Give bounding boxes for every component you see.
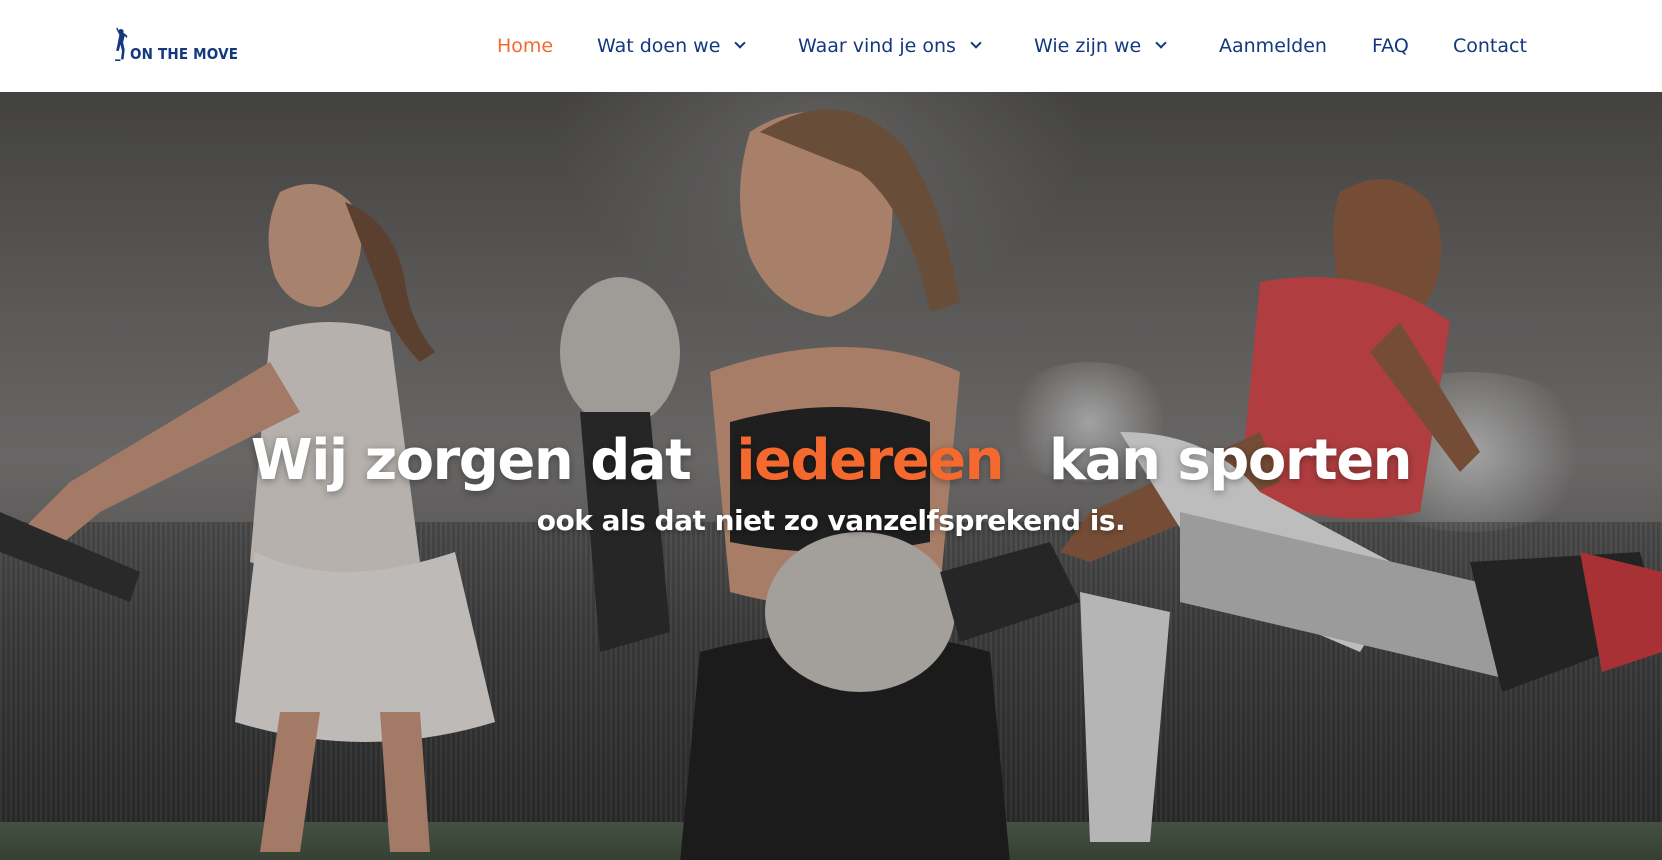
hero-title-start: Wij zorgen dat [250,428,692,493]
nav-label: FAQ [1372,35,1409,57]
nav-waar-vind-je-ons[interactable]: Waar vind je ons [798,33,982,59]
nav-faq[interactable]: FAQ [1372,33,1409,59]
nav-aanmelden[interactable]: Aanmelden [1219,33,1327,59]
site-header: ON THE MOVE Home Wat doen we Waar vind j… [0,0,1662,92]
chevron-down-icon [734,37,747,49]
nav-label: Wat doen we [597,35,721,57]
hero-title-end: kan sporten [1049,428,1413,493]
nav-label: Aanmelden [1219,35,1327,57]
nav-label: Home [497,35,554,57]
nav-home[interactable]: Home [497,33,553,59]
hero-title-highlight: iedereen [736,428,1004,493]
nav-label: Waar vind je ons [798,35,956,57]
main-nav: Home Wat doen we Waar vind je ons Wie zi… [0,0,1662,92]
hero-banner: Wij zorgen dat iedereen kan sporten ook al… [0,92,1662,860]
nav-wie-zijn-we[interactable]: Wie zijn we [1034,33,1167,59]
hero-subtitle: ook als dat niet zo vanzelfsprekend is. [536,504,1126,537]
chevron-down-icon [1155,37,1167,49]
nav-wat-doen-we[interactable]: Wat doen we [597,33,747,59]
nav-contact[interactable]: Contact [1453,33,1527,59]
nav-label: Contact [1453,35,1527,57]
nav-label: Wie zijn we [1034,35,1142,57]
hero-title: Wij zorgen dat iedereen kan sporten [0,428,1662,493]
chevron-down-icon [970,37,982,49]
